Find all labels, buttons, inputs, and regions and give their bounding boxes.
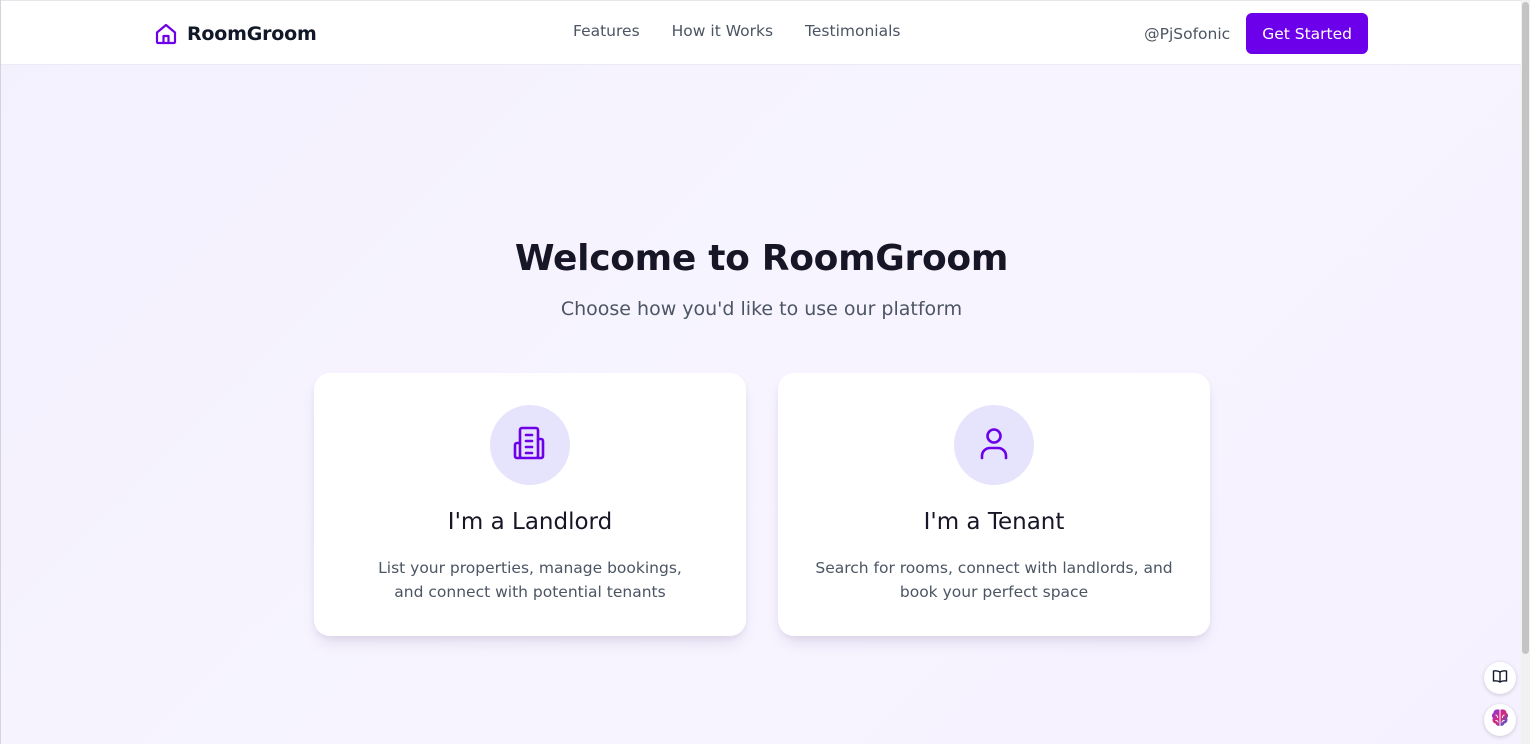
nav-right-group: @PjSofonic Get Started [1144, 13, 1368, 54]
book-icon [1492, 668, 1508, 688]
nav-link-features[interactable]: Features [573, 22, 640, 40]
assistant-widget-button[interactable] [1484, 704, 1516, 736]
brand-name: RoomGroom [187, 23, 317, 45]
landlord-icon-circle [490, 405, 570, 485]
user-handle[interactable]: @PjSofonic [1144, 25, 1230, 43]
vertical-scrollbar[interactable] [1521, 0, 1530, 744]
hero-subtitle: Choose how you'd like to use our platfor… [560, 298, 963, 320]
nav-link-how-it-works[interactable]: How it Works [672, 22, 773, 40]
landlord-card[interactable]: I'm a Landlord List your properties, man… [314, 373, 746, 636]
top-navbar: RoomGroom Features How it Works Testimon… [1, 0, 1521, 65]
brain-icon [1489, 707, 1511, 733]
get-started-button[interactable]: Get Started [1246, 13, 1368, 54]
tenant-card-description: Search for rooms, connect with landlords… [815, 559, 1173, 601]
tenant-card[interactable]: I'm a Tenant Search for rooms, connect w… [778, 373, 1210, 636]
scrollbar-thumb[interactable] [1522, 2, 1529, 654]
landlord-card-title: I'm a Landlord [447, 509, 613, 535]
tenant-icon-circle [954, 405, 1034, 485]
main-nav: Features How it Works Testimonials [573, 22, 932, 40]
page-background: RoomGroom Features How it Works Testimon… [0, 0, 1521, 744]
nav-link-testimonials[interactable]: Testimonials [805, 22, 900, 40]
brand-logo-link[interactable]: RoomGroom [154, 21, 317, 47]
hero-title: Welcome to RoomGroom [514, 238, 1009, 279]
landlord-card-description: List your properties, manage bookings, a… [378, 559, 682, 601]
house-icon [154, 22, 178, 46]
tenant-card-title: I'm a Tenant [923, 509, 1065, 535]
user-icon [976, 425, 1012, 465]
building-icon [510, 423, 550, 467]
reader-widget-button[interactable] [1484, 662, 1516, 694]
